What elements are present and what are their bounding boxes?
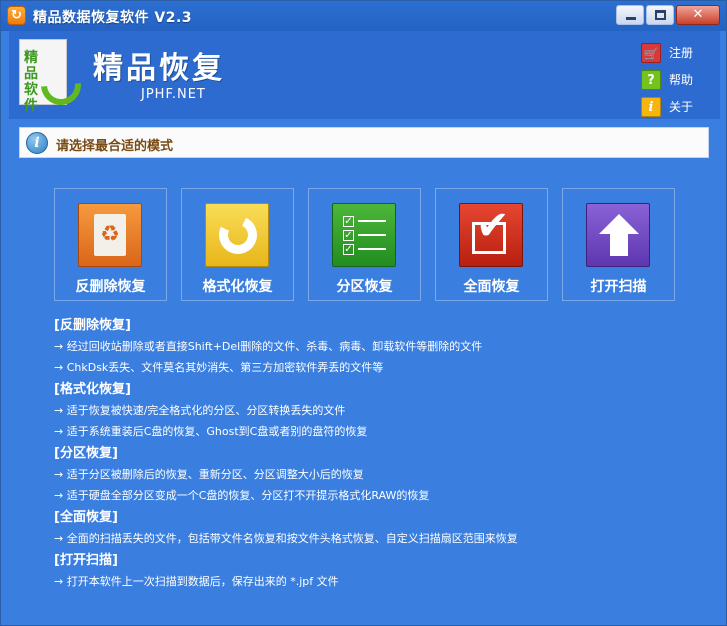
mode-prompt-text: 请选择最合适的模式 <box>56 139 174 154</box>
info-icon: i <box>641 96 661 117</box>
section-title: [打开扫描] <box>54 553 118 568</box>
mode-label: 打开扫描 <box>590 279 647 295</box>
partition-recovery-button[interactable]: ✓ ✓ ✓ 分区恢复 <box>308 188 421 301</box>
mode-prompt-bar: i 请选择最合适的模式 <box>19 127 709 158</box>
recycle-bin-icon: ♻ <box>78 203 142 267</box>
up-arrow-icon <box>586 203 650 267</box>
open-scan-button[interactable]: 打开扫描 <box>562 188 675 301</box>
header-banner: 精品软件 精品恢复 JPHF.NET 🛒 注册 ? 帮助 i 关于 <box>9 31 720 119</box>
logo-text: 精品软件 <box>24 50 38 114</box>
checklist-lines-icon: ✓ ✓ ✓ <box>343 214 387 256</box>
mode-label: 分区恢复 <box>336 279 393 295</box>
section-title: [格式化恢复] <box>54 382 131 397</box>
window-title: 精品数据恢复软件 V2.3 <box>33 10 193 26</box>
help-icon: ? <box>641 69 661 90</box>
section-title: [全面恢复] <box>54 510 118 525</box>
register-link[interactable]: 🛒 注册 <box>641 39 693 66</box>
arrow-shaft-icon <box>610 234 628 256</box>
section-line: → 经过回收站删除或者直接Shift+Del删除的文件、杀毒、病毒、卸载软件等删… <box>54 340 483 353</box>
close-button[interactable]: ✕ <box>676 5 720 25</box>
mode-label: 全面恢复 <box>463 279 520 295</box>
brand-title: 精品恢复 <box>93 51 225 86</box>
section-title: [分区恢复] <box>54 446 118 461</box>
checklist-icon: ✓ ✓ ✓ <box>332 203 396 267</box>
title-bar[interactable]: ↻ 精品数据恢复软件 V2.3 ✕ <box>1 1 726 31</box>
info-icon: i <box>26 132 48 154</box>
app-logo: 精品软件 <box>19 39 90 114</box>
help-link[interactable]: ? 帮助 <box>641 66 693 93</box>
section-line: → 适于恢复被快速/完全格式化的分区、分区转换丢失的文件 <box>54 404 346 417</box>
window-controls: ✕ <box>614 5 720 25</box>
section-line: → 打开本软件上一次扫描到数据后，保存出来的 *.jpf 文件 <box>54 575 339 588</box>
checkbox-icon: ✔ <box>459 203 523 267</box>
header-links: 🛒 注册 ? 帮助 i 关于 <box>641 39 693 120</box>
refresh-arrow-icon <box>213 210 263 260</box>
brand-url: JPHF.NET <box>141 87 206 102</box>
section-line: → 适于系统重装后C盘的恢复、Ghost到C盘或者别的盘符的恢复 <box>54 425 368 438</box>
section-title: [反删除恢复] <box>54 318 131 333</box>
register-label: 注册 <box>669 46 694 60</box>
minimize-icon <box>626 17 636 20</box>
full-recovery-button[interactable]: ✔ 全面恢复 <box>435 188 548 301</box>
checkmark-icon: ✔ <box>476 203 510 249</box>
about-label: 关于 <box>669 100 694 114</box>
minimize-button[interactable] <box>616 5 644 25</box>
arrow-head-icon <box>599 214 639 234</box>
maximize-icon <box>655 10 666 20</box>
refresh-icon <box>205 203 269 267</box>
shopping-cart-icon: 🛒 <box>641 42 661 63</box>
about-link[interactable]: i 关于 <box>641 93 693 120</box>
section-line: → ChkDsk丢失、文件莫名其妙消失、第三方加密软件弄丢的文件等 <box>54 361 384 374</box>
section-line: → 适于硬盘全部分区变成一个C盘的恢复、分区打不开提示格式化RAW的恢复 <box>54 489 430 502</box>
help-label: 帮助 <box>669 73 694 87</box>
undelete-recovery-button[interactable]: ♻ 反删除恢复 <box>54 188 167 301</box>
mode-label: 格式化恢复 <box>202 279 273 295</box>
section-line: → 全面的扫描丢失的文件，包括带文件名恢复和按文件头格式恢复、自定义扫描扇区范围… <box>54 532 518 545</box>
recycle-symbol-icon: ♻ <box>94 214 126 256</box>
mode-descriptions: [反删除恢复] → 经过回收站删除或者直接Shift+Del删除的文件、杀毒、病… <box>54 315 714 593</box>
section-line: → 适于分区被删除后的恢复、重新分区、分区调整大小后的恢复 <box>54 468 364 481</box>
app-window: ↻ 精品数据恢复软件 V2.3 ✕ 精品软件 精品恢复 JPHF.NET 🛒 注… <box>0 0 727 626</box>
app-refresh-icon: ↻ <box>7 6 26 25</box>
close-icon: ✕ <box>692 7 704 22</box>
format-recovery-button[interactable]: 格式化恢复 <box>181 188 294 301</box>
mode-label: 反删除恢复 <box>75 279 146 295</box>
maximize-button[interactable] <box>646 5 674 25</box>
